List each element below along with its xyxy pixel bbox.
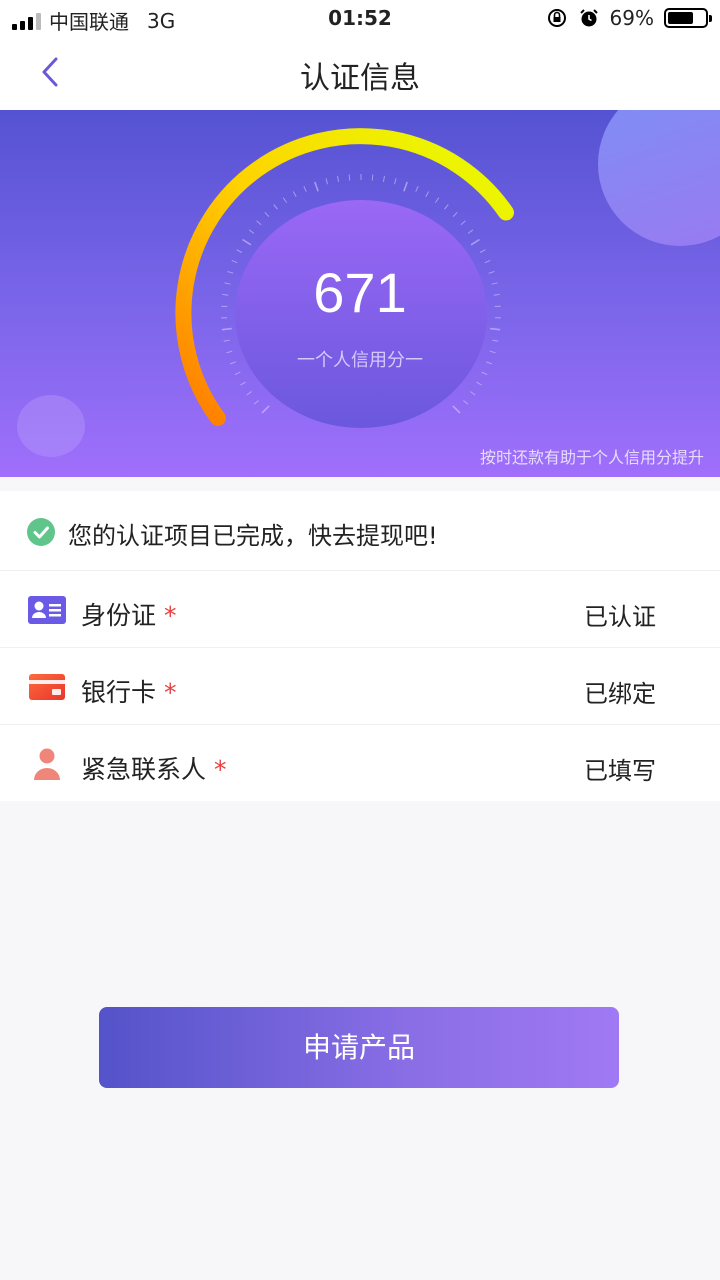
- completion-text: 您的认证项目已完成，快去提现吧!: [68, 522, 438, 550]
- carrier-name: 中国联通: [49, 10, 129, 34]
- required-mark: *: [214, 755, 227, 784]
- gauge-tick: [444, 204, 449, 210]
- gauge-tick: [490, 327, 501, 331]
- gauge-tick: [240, 381, 246, 386]
- gauge-tick: [223, 339, 230, 342]
- required-mark: *: [164, 601, 177, 630]
- verify-item-status: 已认证: [584, 603, 656, 631]
- gauge-tick: [314, 181, 319, 192]
- gauge-tick: [434, 197, 440, 203]
- gauge-tick: [253, 400, 259, 405]
- verify-item-id-card[interactable]: 身份证 * 已认证: [0, 571, 720, 648]
- gauge-tick: [264, 211, 270, 217]
- page-title: 认证信息: [300, 61, 420, 96]
- gauge-tick: [234, 371, 241, 376]
- gauge-tick: [248, 229, 255, 234]
- gauge-tick: [476, 381, 482, 386]
- status-bar: 中国联通 3G 01:52 69%: [0, 0, 720, 38]
- credit-hero: 671 一个人信用分一 按时还款有助于个人信用分提升: [0, 110, 720, 477]
- contact-person-icon: [27, 747, 67, 781]
- apply-product-button[interactable]: 申请产品: [99, 1007, 619, 1088]
- gauge-tick: [425, 191, 430, 197]
- gauge-tick: [481, 371, 488, 376]
- gauge-tick: [282, 197, 288, 203]
- gauge-tick: [470, 391, 476, 396]
- credit-score: 671: [313, 261, 407, 324]
- label-text: 银行卡: [81, 678, 157, 707]
- gauge-tick: [394, 178, 397, 185]
- gauge-tick: [492, 339, 499, 342]
- battery-percent: 69%: [609, 6, 654, 30]
- gauge-tick: [325, 178, 328, 185]
- gauge-tick: [242, 238, 252, 246]
- gauge-tick: [463, 400, 469, 405]
- gauge-tick: [470, 238, 480, 246]
- gauge-tick: [292, 191, 297, 197]
- gauge-tick: [382, 175, 385, 182]
- check-circle-icon: [27, 518, 55, 546]
- gauge-tick: [348, 174, 351, 181]
- signal-icon: [12, 12, 41, 30]
- battery-level: [668, 12, 693, 24]
- gauge-tick: [246, 391, 252, 396]
- gauge-tick: [236, 249, 243, 253]
- gauge-tick: [371, 174, 374, 181]
- verify-item-label: 身份证 *: [81, 596, 177, 632]
- gauge-tick: [303, 185, 307, 192]
- verify-item-label: 紧急联系人 *: [81, 750, 227, 786]
- credit-score-label: 一个人信用分一: [297, 350, 423, 371]
- gauge-tick: [452, 211, 458, 217]
- status-right: 69%: [546, 6, 712, 30]
- verify-item-label: 银行卡 *: [81, 673, 177, 709]
- required-mark: *: [164, 678, 177, 707]
- battery-icon: [664, 8, 712, 28]
- id-card-icon: [27, 593, 67, 627]
- gauge-tick: [337, 175, 340, 182]
- gauge-tick: [467, 229, 474, 234]
- credit-tip: 按时还款有助于个人信用分提升: [479, 448, 704, 467]
- gauge-tick: [261, 405, 270, 414]
- gauge-tick: [403, 181, 408, 192]
- verify-item-status: 已填写: [584, 757, 656, 785]
- gauge-tick: [479, 249, 486, 253]
- rotation-lock-icon: [547, 9, 566, 27]
- gauge-tick: [256, 220, 262, 226]
- label-text: 身份证: [81, 601, 157, 630]
- alarm-icon: [579, 9, 598, 27]
- status-left: 中国联通 3G: [12, 6, 175, 35]
- gauge-tick: [273, 204, 278, 210]
- gauge-tick: [415, 185, 419, 192]
- gauge-tick: [452, 405, 461, 414]
- gauge-tick: [221, 327, 232, 331]
- verification-list: 身份证 * 已认证 银行卡 * 已绑定 紧急联系人 * 已填写: [0, 571, 720, 801]
- bank-card-icon: [27, 670, 67, 704]
- verify-item-status: 已绑定: [584, 680, 656, 708]
- completion-banner: 您的认证项目已完成，快去提现吧!: [0, 491, 720, 571]
- nav-bar: 认证信息: [0, 38, 720, 110]
- gauge-tick: [460, 220, 466, 226]
- verify-item-emergency-contact[interactable]: 紧急联系人 * 已填写: [0, 725, 720, 801]
- label-text: 紧急联系人: [81, 755, 207, 784]
- verify-item-bank-card[interactable]: 银行卡 * 已绑定: [0, 648, 720, 725]
- network-type: 3G: [147, 8, 176, 33]
